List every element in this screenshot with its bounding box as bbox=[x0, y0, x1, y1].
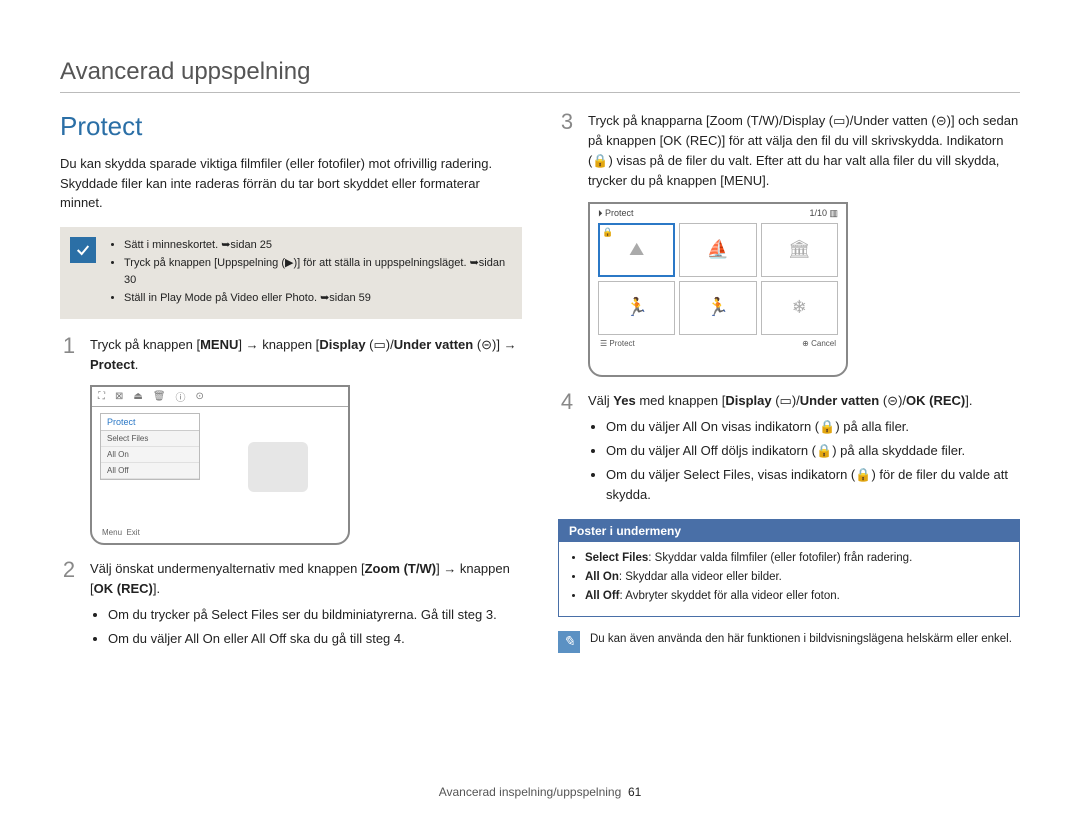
step-2: 2 Välj önskat undermenyalternativ med kn… bbox=[60, 559, 522, 654]
breadcrumb: Avancerad uppspelning bbox=[60, 58, 1020, 93]
section-title: Protect bbox=[60, 111, 522, 142]
step4-bullet: Om du väljer Select Files, visas indikat… bbox=[606, 465, 1020, 505]
step-body: Välj önskat undermenyalternativ med knap… bbox=[90, 559, 522, 654]
left-column: Protect Du kan skydda sparade viktiga fi… bbox=[60, 111, 522, 663]
step-number: 1 bbox=[60, 335, 78, 375]
lcd-menu-panel: Protect Select Files All On All Off bbox=[100, 413, 200, 480]
step-body: Välj Yes med knappen [Display (▭)/Under … bbox=[588, 391, 1020, 510]
thumb-cell: ❄ bbox=[761, 281, 838, 335]
step2-bullet: Om du väljer All On eller All Off ska du… bbox=[108, 629, 522, 649]
submenu-header: Poster i undermeny bbox=[559, 520, 1019, 542]
lcd-menu-row: Select Files bbox=[101, 431, 199, 447]
lock-icon: 🔒 bbox=[602, 227, 613, 238]
step-4: 4 Välj Yes med knappen [Display (▭)/Unde… bbox=[558, 391, 1020, 510]
note-item: Ställ in Play Mode på Video eller Photo.… bbox=[124, 290, 510, 307]
lcd-thumbs-screenshot: ⏵ Protect 1/10 ▥ 🔒 ⛰ ⛵ 🏛 🏃 🏃 ❄ ☰ Protect… bbox=[588, 202, 848, 377]
lcd-menu-row: All On bbox=[101, 447, 199, 463]
step-number: 4 bbox=[558, 391, 576, 510]
note-item: Tryck på knappen [Uppspelning (▶)] för a… bbox=[124, 255, 510, 288]
lcd-topbar: ⛶ ⊠ ⏏ 🗑 ⓘ ⊙ bbox=[92, 387, 348, 407]
check-icon bbox=[70, 237, 96, 263]
footnote-text: Du kan även använda den här funktionen i… bbox=[590, 631, 1012, 653]
step4-bullet: Om du väljer All Off döljs indikatorn (🔒… bbox=[606, 441, 1020, 461]
submenu-box: Poster i undermeny Select Files: Skyddar… bbox=[558, 519, 1020, 616]
lcd-panel-header: Protect bbox=[101, 414, 199, 431]
note-box: Sätt i minneskortet. ➥sidan 25 Tryck på … bbox=[60, 227, 522, 319]
lcd-background-shape bbox=[248, 442, 308, 492]
step-number: 2 bbox=[60, 559, 78, 654]
thumb-cell: ⛵ bbox=[679, 223, 756, 277]
submenu-item: All On: Skyddar alla videor eller bilder… bbox=[585, 569, 1005, 585]
lcd-footer: Menu Exit bbox=[102, 528, 140, 537]
lcd-menu-row: All Off bbox=[101, 463, 199, 479]
submenu-item: All Off: Avbryter skyddet för alla video… bbox=[585, 588, 1005, 604]
step-body: Tryck på knappen [MENU] → knappen [Displ… bbox=[90, 335, 522, 375]
step2-bullet: Om du trycker på Select Files ser du bil… bbox=[108, 605, 522, 625]
footnote: ✎ Du kan även använda den här funktionen… bbox=[558, 631, 1020, 653]
step-3: 3 Tryck på knapparna [Zoom (T/W)/Display… bbox=[558, 111, 1020, 192]
step-number: 3 bbox=[558, 111, 576, 192]
right-column: 3 Tryck på knapparna [Zoom (T/W)/Display… bbox=[558, 111, 1020, 663]
step-body: Tryck på knapparna [Zoom (T/W)/Display (… bbox=[588, 111, 1020, 192]
thumb-cell: 🏛 bbox=[761, 223, 838, 277]
note-item: Sätt i minneskortet. ➥sidan 25 bbox=[124, 237, 510, 254]
thumb-cell: 🔒 ⛰ bbox=[598, 223, 675, 277]
thumb-cell: 🏃 bbox=[679, 281, 756, 335]
step-1: 1 Tryck på knappen [MENU] → knappen [Dis… bbox=[60, 335, 522, 375]
info-icon: ✎ bbox=[558, 631, 580, 653]
intro-text: Du kan skydda sparade viktiga filmfiler … bbox=[60, 154, 522, 213]
page-footer: Avancerad inspelning/uppspelning 61 bbox=[0, 785, 1080, 799]
lcd-menu-screenshot: ⛶ ⊠ ⏏ 🗑 ⓘ ⊙ Protect Select Files All On … bbox=[90, 385, 350, 545]
thumb-cell: 🏃 bbox=[598, 281, 675, 335]
submenu-item: Select Files: Skyddar valda filmfiler (e… bbox=[585, 550, 1005, 566]
step4-bullet: Om du väljer All On visas indikatorn (🔒)… bbox=[606, 417, 1020, 437]
